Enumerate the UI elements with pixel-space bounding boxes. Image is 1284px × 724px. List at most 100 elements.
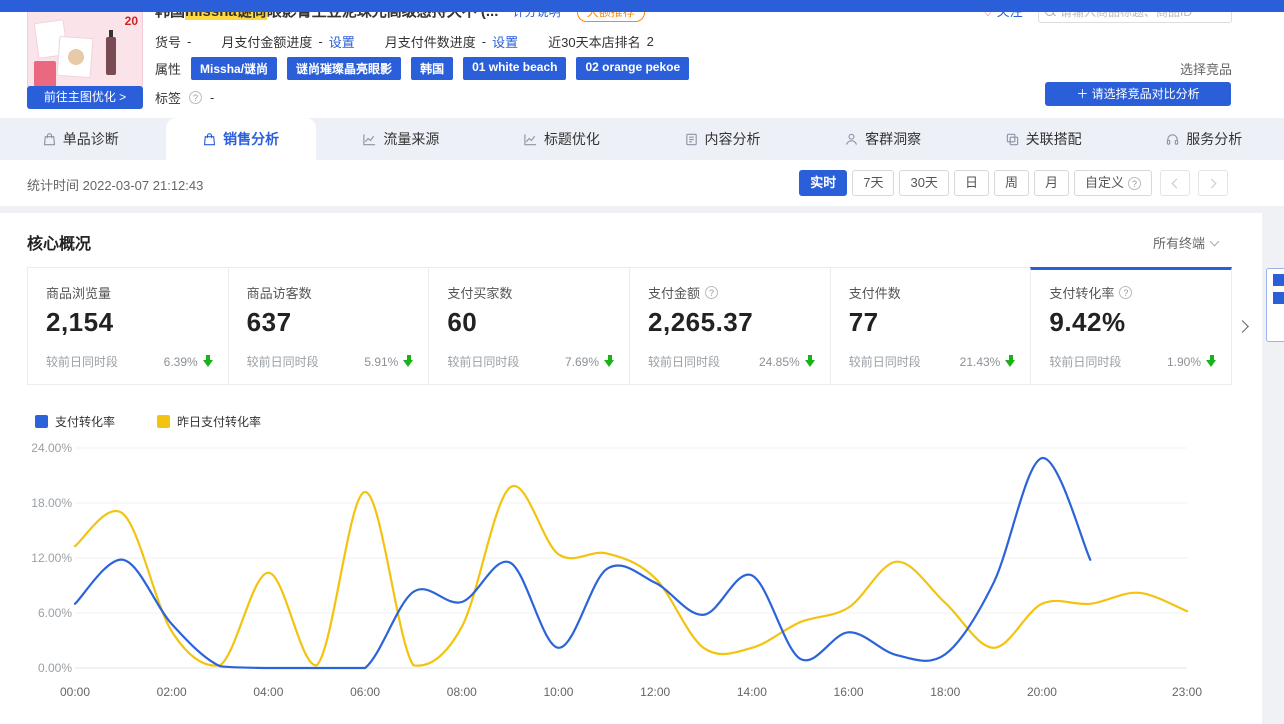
metric-label: 商品浏览量 [46,283,210,302]
x-axis-tick: 23:00 [1172,685,1202,699]
x-axis-tick: 06:00 [350,685,380,699]
metric-card-商品访客数[interactable]: 商品访客数 637 较前日同时段 5.91% [228,267,430,385]
metric-card-商品浏览量[interactable]: 商品浏览量2,154较前日同时段6.39% [27,267,229,385]
legend-item-昨日支付转化率[interactable]: 昨日支付转化率 [157,413,261,430]
product-image: 20 [27,10,143,88]
select-competitor-link[interactable]: 选择竞品 [1180,59,1232,78]
metric-card-支付件数[interactable]: 支付件数77较前日同时段21.43% [830,267,1032,385]
attribute-tags: Missha/谜尚谜尚璀璨晶亮眼影韩国 01 white beach 02 oran… [191,57,689,80]
settings-link[interactable]: 设置 [329,32,355,51]
compare-delta: 5.91% [364,355,398,369]
tab-销售分析[interactable]: 销售分析 [166,118,316,160]
trend-down-icon [604,355,615,368]
attribute-tag[interactable]: 谜尚璀璨晶亮眼影 [287,57,401,80]
metric-value: 9.42% [1049,307,1213,338]
metric-value: 2,265.37 [648,307,812,338]
core-overview-panel: 核心概况 所有终端 商品浏览量2,154较前日同时段6.39%商品访客数637较… [0,213,1262,724]
trend-icon [523,132,538,147]
range-button-30天[interactable]: 30天 [899,170,948,196]
metric-value: 77 [849,307,1013,338]
range-button-日[interactable]: 日 [954,170,989,196]
tab-单品诊断[interactable]: 单品诊断 [0,118,161,160]
metric-card-支付转化率[interactable]: 支付转化率9.42%较前日同时段1.90% [1030,267,1232,385]
info-item-label: 月支付件数进度 [385,32,476,51]
compare-label: 较前日同时段 [648,353,720,370]
tab-内容分析[interactable]: 内容分析 [642,118,803,160]
range-button-自定义[interactable]: 自定义 [1074,170,1152,196]
y-axis-tick: 12.00% [31,551,72,565]
compare-delta: 7.69% [565,355,599,369]
series-line-支付转化率 [75,458,1090,668]
metric-cards: 商品浏览量2,154较前日同时段6.39%商品访客数637较前日同时段5.91%… [27,267,1232,385]
competitor-compare-button[interactable]: ＋ 请选择竞品对比分析 [1045,82,1231,106]
bag-icon [202,132,217,147]
tab-流量来源[interactable]: 流量来源 [321,118,482,160]
page: 韩国missha谜尚眼影膏土豆泥珠光高级感持久不 (... 计分说明 大额推荐 … [0,0,1284,724]
attribute-tag[interactable]: Missha/谜尚 [191,57,277,80]
metric-compare: 较前日同时段1.90% [1049,353,1217,370]
legend-item-支付转化率[interactable]: 支付转化率 [35,413,115,430]
metric-compare: 较前日同时段 5.91% [247,353,415,370]
tab-label: 服务分析 [1186,129,1242,149]
y-axis-tick: 6.00% [38,606,72,620]
metric-value: 637 [247,307,411,338]
metric-compare: 较前日同时段24.85% [648,353,816,370]
info-item-value: - [187,34,191,49]
cards-next-button[interactable] [1238,313,1256,339]
metric-compare: 较前日同时段 7.69% [447,353,615,370]
copy-icon [1005,132,1020,147]
chart-svg: 24.00%18.00%12.00%6.00%0.00%00:0002:0004… [27,438,1237,706]
help-icon[interactable] [189,91,202,104]
compare-label: 较前日同时段 [447,353,519,370]
trend-down-icon [403,355,414,368]
metric-label: 支付买家数 [447,283,611,302]
main-image-optimize-button[interactable]: 前往主图优化 > [27,86,143,109]
top-blue-bar [0,0,1284,12]
range-button-月[interactable]: 月 [1034,170,1069,196]
tab-客群洞察[interactable]: 客群洞察 [802,118,963,160]
trend-down-icon [805,355,816,368]
tab-服务分析[interactable]: 服务分析 [1123,118,1284,160]
attribute-tag[interactable]: 02 orange pekoe [576,57,689,80]
metric-card-支付买家数[interactable]: 支付买家数60较前日同时段7.69% [428,267,630,385]
product-header-panel: 韩国missha谜尚眼影膏土豆泥珠光高级感持久不 (... 计分说明 大额推荐 … [0,0,1284,118]
x-axis-tick: 04:00 [253,685,283,699]
tab-标题优化[interactable]: 标题优化 [481,118,642,160]
tab-label: 内容分析 [705,129,761,149]
help-icon[interactable] [705,286,718,299]
chevron-right-icon [1207,178,1217,188]
attribute-tag[interactable]: 韩国 [411,57,453,80]
x-axis-tick: 00:00 [60,685,90,699]
metric-label: 商品访客数 [247,283,411,302]
compare-label: 较前日同时段 [247,353,319,370]
tab-关联搭配[interactable]: 关联搭配 [963,118,1124,160]
info-item-value: - [482,34,486,49]
terminal-filter-value: 所有终端 [1153,233,1205,252]
image-eyeshadow-dot [68,49,84,65]
metric-card-支付金额[interactable]: 支付金额2,265.37较前日同时段24.85% [629,267,831,385]
chevron-left-icon [1172,178,1182,188]
x-axis-tick: 16:00 [834,685,864,699]
compare-delta: 1.90% [1167,355,1201,369]
range-button-7天[interactable]: 7天 [852,170,894,196]
stat-time-label: 统计时间 [27,178,79,193]
tab-label: 单品诊断 [63,129,119,149]
compare-label: 较前日同时段 [46,353,118,370]
clipped-side-widget[interactable] [1266,268,1284,342]
chart-legend: 支付转化率 昨日支付转化率 [35,413,261,430]
settings-link[interactable]: 设置 [492,32,518,51]
range-button-实时[interactable]: 实时 [799,170,847,196]
range-next-button[interactable] [1198,170,1228,196]
attribute-row: 属性 Missha/谜尚谜尚璀璨晶亮眼影韩国01 white beach02 o… [155,57,689,80]
overview-header: 核心概况 所有终端 [0,213,1262,253]
compare-delta: 6.39% [164,355,198,369]
tab-label: 客群洞察 [865,129,921,149]
metric-compare: 较前日同时段 6.39% [46,353,214,370]
range-prev-button[interactable] [1160,170,1190,196]
tab-label: 关联搭配 [1026,129,1082,149]
attribute-tag[interactable]: 01 white beach [463,57,566,80]
bag-icon [42,132,57,147]
terminal-filter-dropdown[interactable]: 所有终端 [1153,233,1218,252]
range-button-周[interactable]: 周 [994,170,1029,196]
help-icon[interactable] [1119,286,1132,299]
